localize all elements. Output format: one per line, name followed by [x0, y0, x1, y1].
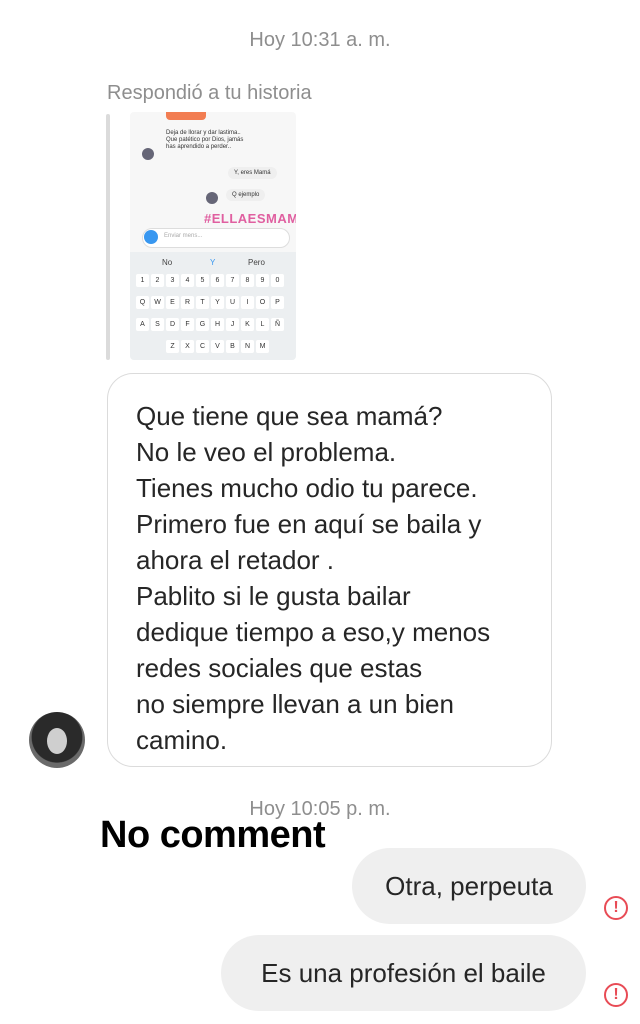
story-avatar — [206, 192, 218, 204]
keyboard-row-zxcv: Z X C V B N M — [166, 340, 269, 353]
message-line: Que tiene que sea mamá? — [136, 401, 443, 431]
overlay-caption: No comment — [100, 814, 326, 856]
timestamp: Hoy 10:31 a. m. — [249, 29, 391, 51]
camera-icon — [144, 230, 158, 244]
keyboard-row-asdf: A S D F G H J K L Ñ — [136, 318, 284, 331]
story-hashtag: #ELLAESMAMA — [204, 211, 296, 226]
key: R — [181, 296, 194, 309]
key: A — [136, 318, 149, 331]
key: 7 — [226, 274, 239, 287]
keyboard-suggestion: Y — [210, 258, 216, 267]
key: N — [241, 340, 254, 353]
key: L — [256, 318, 269, 331]
message-line: no siempre llevan a un bien — [136, 689, 454, 719]
key: 4 — [181, 274, 194, 287]
error-icon[interactable]: ! — [604, 983, 628, 1007]
keyboard-suggestion: No — [162, 258, 173, 267]
key: 0 — [271, 274, 284, 287]
outgoing-message-bubble[interactable]: Es una profesión el baile — [221, 935, 586, 1011]
avatar[interactable] — [29, 712, 85, 768]
key: U — [226, 296, 239, 309]
incoming-message-bubble[interactable]: Que tiene que sea mamá? No le veo el pro… — [107, 373, 552, 767]
key: O — [256, 296, 269, 309]
message-line: camino. — [136, 725, 228, 755]
error-icon[interactable]: ! — [604, 896, 628, 920]
keyboard-suggestion: Pero — [248, 258, 265, 267]
story-preview[interactable]: Deja de llorar y dar lastima.. Que patét… — [130, 112, 296, 360]
message-line: redes sociales que estas — [136, 653, 423, 683]
key: K — [241, 318, 254, 331]
story-text-line: Deja de llorar y dar lastima.. — [166, 130, 241, 136]
key: J — [226, 318, 239, 331]
key: F — [181, 318, 194, 331]
message-line: Primero fue en aquí se baila y — [136, 509, 482, 539]
key: H — [211, 318, 224, 331]
story-text-line: Que patético por Dios, jamás — [166, 137, 244, 143]
key: D — [166, 318, 179, 331]
key: W — [151, 296, 164, 309]
story-reply-indicator — [106, 114, 110, 360]
key: I — [241, 296, 254, 309]
story-avatar — [142, 148, 154, 160]
key: T — [196, 296, 209, 309]
key: C — [196, 340, 209, 353]
message-text: Otra, perpeuta — [385, 871, 553, 901]
story-bubble: Y, eres Mamá — [228, 167, 277, 179]
key: 6 — [211, 274, 224, 287]
message-line: dedique tiempo a eso,y menos — [136, 617, 491, 647]
key: 2 — [151, 274, 164, 287]
key: 9 — [256, 274, 269, 287]
keyboard-row-qwerty: Q W E R T Y U I O P — [136, 296, 284, 309]
key: V — [211, 340, 224, 353]
key: Ñ — [271, 318, 284, 331]
story-text-line: has aprendido a perder.. — [166, 144, 232, 150]
message-line: No le veo el problema. — [136, 437, 397, 467]
key: Y — [211, 296, 224, 309]
key: Q — [136, 296, 149, 309]
story-input-placeholder: Enviar mens... — [164, 233, 203, 239]
key: G — [196, 318, 209, 331]
message-line: ahora el retador . — [136, 545, 335, 575]
key: P — [271, 296, 284, 309]
keyboard-row-numbers: 1 2 3 4 5 6 7 8 9 0 — [136, 274, 284, 287]
story-sticker — [166, 112, 206, 120]
key: B — [226, 340, 239, 353]
key: Z — [166, 340, 179, 353]
key: 5 — [196, 274, 209, 287]
key: 3 — [166, 274, 179, 287]
key: 1 — [136, 274, 149, 287]
key: M — [256, 340, 269, 353]
avatar-face — [47, 728, 67, 754]
key: X — [181, 340, 194, 353]
story-bubble: Q ejemplo — [226, 189, 266, 201]
key: 8 — [241, 274, 254, 287]
story-reply-label: Respondió a tu historia — [107, 82, 312, 104]
message-line: Tienes mucho odio tu parece. — [136, 473, 478, 503]
message-text: Es una profesión el baile — [261, 958, 546, 988]
message-line: Pablito si le gusta bailar — [136, 581, 411, 611]
outgoing-message-bubble[interactable]: Otra, perpeuta — [352, 848, 586, 924]
key: S — [151, 318, 164, 331]
key: E — [166, 296, 179, 309]
